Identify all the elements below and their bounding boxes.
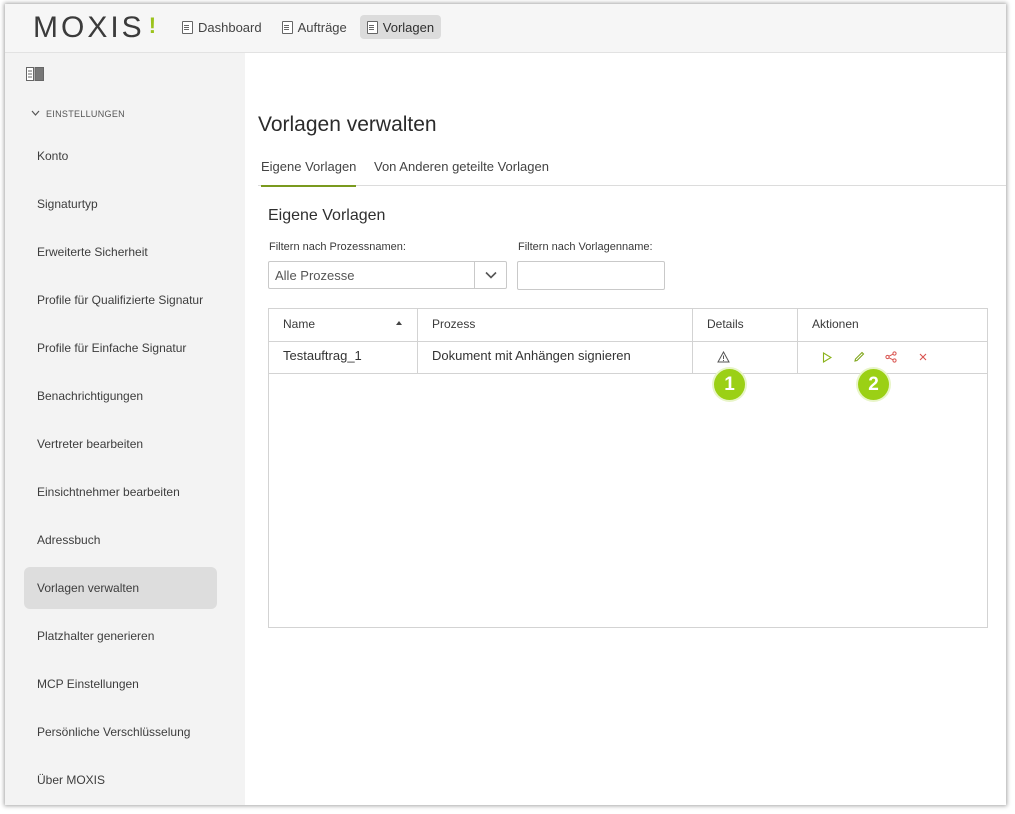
column-header-name-label: Name [283, 317, 316, 331]
sidebar-item-erweiterte-sicherheit[interactable]: Erweiterte Sicherheit [24, 231, 217, 273]
sidebar-item-profile-qualifizierte[interactable]: Profile für Qualifizierte Signatur [24, 279, 217, 321]
callout-badge-2: 2 [858, 369, 889, 400]
column-divider [692, 309, 693, 373]
nav-auftraege[interactable]: Aufträge [275, 15, 354, 39]
table-header: Name Prozess Details Aktionen [269, 309, 987, 342]
process-filter-label: Filtern nach Prozessnamen: [269, 241, 406, 253]
nav-vorlagen[interactable]: Vorlagen [359, 15, 442, 39]
sidebar-item-vorlagen-verwalten[interactable]: Vorlagen verwalten [24, 567, 217, 609]
row-name: Testauftrag_1 [283, 348, 362, 363]
page-title: Vorlagen verwalten [258, 113, 437, 136]
logo-mark-icon: ! [148, 13, 157, 38]
chevron-down-icon [31, 108, 40, 119]
row-process: Dokument mit Anhängen signieren [432, 348, 631, 363]
callout-badge-1: 1 [714, 369, 745, 400]
sidebar-item-verschluesselung[interactable]: Persönliche Verschlüsselung [24, 711, 217, 753]
template-icon [366, 20, 378, 34]
column-header-aktionen: Aktionen [812, 317, 859, 331]
nav-auftraege-label: Aufträge [297, 19, 347, 35]
sidebar: EINSTELLUNGEN Konto Signaturtyp Erweiter… [5, 53, 245, 805]
sidebar-item-benachrichtigungen[interactable]: Benachrichtigungen [24, 375, 217, 417]
tab-eigene-vorlagen[interactable]: Eigene Vorlagen [261, 159, 357, 187]
column-header-details: Details [707, 317, 744, 331]
process-filter-value: Alle Prozesse [275, 268, 355, 283]
sidebar-item-einsichtnehmer[interactable]: Einsichtnehmer bearbeiten [24, 471, 217, 513]
template-filter-label: Filtern nach Vorlagenname: [518, 241, 653, 253]
column-header-prozess[interactable]: Prozess [418, 309, 693, 341]
main-nav: Dashboard Aufträge Vorlagen [175, 15, 442, 39]
top-bar: MOXIS ! Dashboard Aufträge Vorlagen [5, 4, 1006, 53]
sidebar-item-signaturtyp[interactable]: Signaturtyp [24, 183, 217, 225]
moxis-logo[interactable]: MOXIS ! [33, 11, 157, 44]
delete-icon[interactable] [916, 350, 930, 364]
document-icon [281, 20, 293, 34]
logo-text: MOXIS [33, 11, 145, 44]
document-icon [182, 20, 193, 34]
sidebar-item-profile-einfache[interactable]: Profile für Einfache Signatur [24, 327, 217, 369]
edit-icon[interactable] [852, 350, 866, 364]
column-header-name[interactable]: Name [269, 309, 417, 341]
sidebar-item-vertreter[interactable]: Vertreter bearbeiten [24, 423, 217, 465]
column-divider [797, 309, 798, 373]
process-filter-select[interactable]: Alle Prozesse [268, 261, 507, 289]
tab-geteilte-vorlagen[interactable]: Von Anderen geteilte Vorlagen [374, 159, 549, 185]
tab-bar: Eigene Vorlagen Von Anderen geteilte Vor… [258, 153, 1006, 187]
template-name-filter-input[interactable] [517, 261, 665, 290]
sidebar-item-platzhalter[interactable]: Platzhalter generieren [24, 615, 217, 657]
sidebar-item-ueber-moxis[interactable]: Über MOXIS [24, 759, 217, 801]
nav-dashboard-label: Dashboard [198, 19, 262, 35]
settings-section-label: EINSTELLUNGEN [46, 108, 125, 119]
chevron-down-icon[interactable] [474, 262, 506, 288]
settings-section-header[interactable]: EINSTELLUNGEN [31, 108, 125, 119]
sidebar-item-adressbuch[interactable]: Adressbuch [24, 519, 217, 561]
sidebar-item-konto[interactable]: Konto [24, 135, 217, 177]
section-title: Eigene Vorlagen [268, 207, 386, 224]
nav-vorlagen-label: Vorlagen [382, 19, 435, 35]
app-window: MOXIS ! Dashboard Aufträge Vorlagen EINS… [5, 4, 1006, 805]
sort-ascending-icon[interactable] [396, 321, 402, 325]
column-divider [417, 309, 418, 373]
share-icon[interactable] [884, 350, 898, 364]
main-content: Vorlagen verwalten Eigene Vorlagen Von A… [245, 53, 1006, 805]
warning-icon[interactable] [716, 350, 730, 364]
play-icon[interactable] [820, 350, 834, 364]
templates-table: Name Prozess Details Aktionen Testauftra… [268, 308, 988, 628]
sidebar-toggle-icon[interactable] [26, 67, 44, 81]
sidebar-item-mcp-einstellungen[interactable]: MCP Einstellungen [24, 663, 217, 705]
nav-dashboard[interactable]: Dashboard [175, 15, 269, 39]
table-row[interactable]: Testauftrag_1 Dokument mit Anhängen sign… [269, 341, 987, 374]
